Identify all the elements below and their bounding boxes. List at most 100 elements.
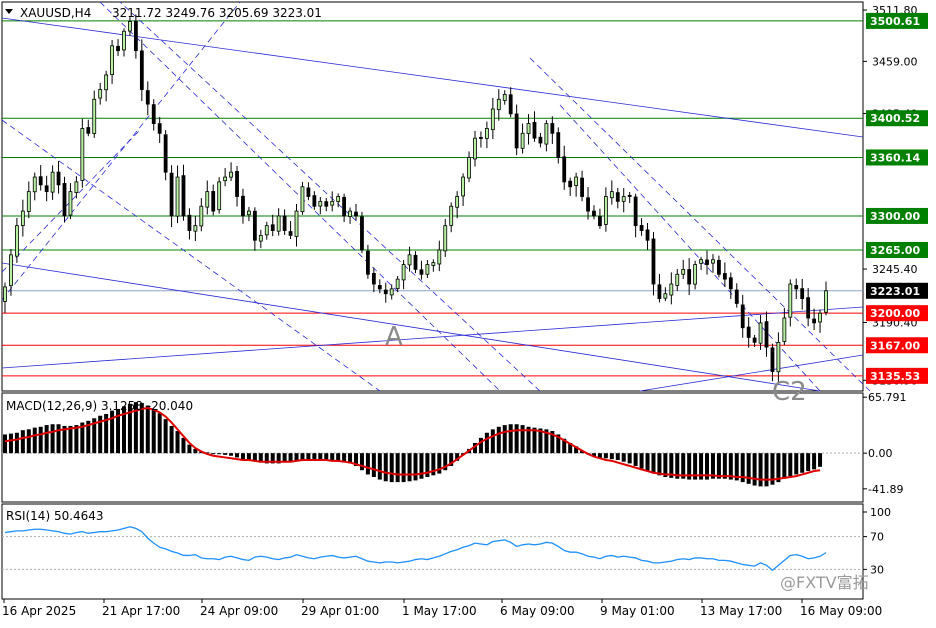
candle-bull [461,176,465,197]
main-chart-frame [1,1,864,392]
candle-bull [425,264,430,275]
candle-bear [740,304,745,329]
candle-bear [705,259,709,265]
macd-histogram-bar [50,424,55,454]
candle-bear [366,250,370,275]
candle-bull [663,293,668,299]
candle-bull [258,234,263,242]
candle-bear [812,318,817,324]
candle-bear [508,94,513,115]
macd-histogram-bar [246,453,251,460]
candle-bear [722,273,727,280]
macd-tick-label: -41.89 [868,483,903,496]
candle-bear [324,201,329,207]
candle-bull [455,196,460,208]
candle-bear [592,210,596,217]
candle-bull [389,288,394,296]
candle-bull [193,225,198,232]
wave-label-a: A [385,322,403,352]
candle-bull [758,322,763,344]
candle-bull [348,210,352,217]
macd-histogram-bar [26,429,31,454]
candle-bull [300,186,305,213]
candle-bull [336,196,341,202]
macd-histogram-bar [812,453,817,470]
macd-histogram-bar [3,434,7,454]
macd-histogram-bar [20,430,25,454]
macd-histogram-bar [151,408,156,454]
candle-bull [443,225,448,252]
price-level-label: 3223.01 [870,285,920,298]
candle-bear [252,210,257,241]
candle-bull [122,30,126,51]
candle-bull [205,191,210,208]
candle-bull [431,262,436,266]
candle-bull [9,254,13,287]
macd-histogram-bar [657,453,662,476]
macd-histogram-bar [288,453,293,462]
macd-histogram-bar [508,424,513,454]
candle-bear [181,175,186,217]
macd-histogram-bar [175,431,180,454]
macd-histogram-bar [365,453,370,475]
macd-histogram-bar [383,453,388,482]
candle-bear [86,127,91,134]
chart-window[interactable]: AC2 3511.803459.003405.403245.403190.403… [0,0,936,624]
y-tick-label: 3459.00 [872,55,918,68]
macd-histogram-bar [312,453,317,460]
candle-bear [145,90,150,105]
macd-tick-label: 65.791 [868,391,907,404]
candle-bull [473,137,477,160]
candle-bull [229,171,233,178]
candle-bull [330,200,335,206]
candle-bull [526,123,531,134]
candle-bear [371,272,376,285]
macd-histogram-bar [645,453,650,472]
macd-histogram-bar [639,453,644,469]
candle-bear [413,254,418,270]
x-tick-label: 13 May 17:00 [700,604,782,618]
candle-bear [306,187,311,197]
candle-bull [104,74,109,91]
candle-bull [693,264,698,285]
macd-histogram-bar [389,453,394,483]
macd-histogram-bar [169,425,174,454]
macd-histogram-bar [788,453,793,477]
macd-histogram-bar [419,453,424,479]
candle-bull [80,128,85,181]
macd-histogram-bar [621,453,626,462]
candle-bear [794,285,799,290]
macd-histogram-bar [306,453,311,460]
candle-bear [139,50,144,90]
macd-histogram-bar [44,425,49,454]
candle-bear [633,196,638,227]
candle-bull [50,171,55,193]
macd-histogram-bar [651,453,656,474]
candle-bear [645,229,650,241]
candle-bull [175,176,180,217]
x-tick-label: 29 Apr 01:00 [301,604,379,618]
candle-bear [383,289,388,295]
candle-bull [26,191,31,212]
x-tick-label: 21 Apr 17:00 [102,604,180,618]
candle-bear [235,171,239,197]
candle-bull [490,108,495,131]
chart-canvas[interactable]: AC2 3511.803459.003405.403245.403190.403… [0,0,936,624]
candle-bull [247,210,251,216]
macd-histogram-bar [377,453,382,480]
price-level-label: 3135.53 [870,370,920,383]
candle-bull [544,123,549,145]
candle-bull [574,176,579,186]
macd-histogram-bar [38,426,43,454]
macd-histogram-bar [633,453,638,466]
candle-bull [669,283,674,296]
candle-bear [288,231,293,236]
candle-bear [562,156,567,183]
watermark-text: @FXTV富拓 [780,573,869,592]
candle-bear [62,183,67,217]
candle-bull [603,196,608,225]
candle-bear [770,347,775,372]
candle-bull [782,317,787,342]
macd-histogram-bar [746,453,751,484]
macd-histogram-bar [615,453,620,460]
